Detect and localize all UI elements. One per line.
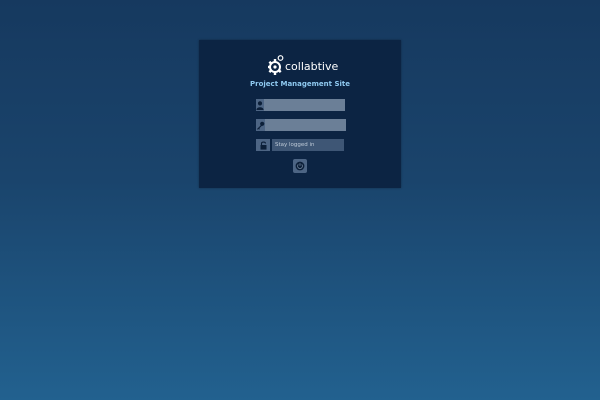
key-icon [256, 119, 265, 131]
power-icon [295, 161, 305, 171]
gear-logo-icon [268, 55, 284, 75]
password-row [256, 119, 346, 131]
login-submit-button[interactable] [293, 159, 307, 173]
site-subtitle: Project Management Site [250, 80, 350, 88]
password-input[interactable] [265, 119, 346, 131]
stay-logged-in-row[interactable]: Stay logged in [256, 139, 344, 151]
username-input[interactable] [264, 99, 345, 111]
stay-logged-in-label[interactable]: Stay logged in [272, 139, 344, 151]
brand-name: collabtive [285, 60, 339, 73]
username-row [256, 99, 345, 111]
user-icon [256, 99, 264, 111]
logo: collabtive [267, 52, 338, 78]
login-panel: collabtive Project Management Site Stay … [199, 40, 401, 188]
lock-icon[interactable] [256, 139, 270, 151]
